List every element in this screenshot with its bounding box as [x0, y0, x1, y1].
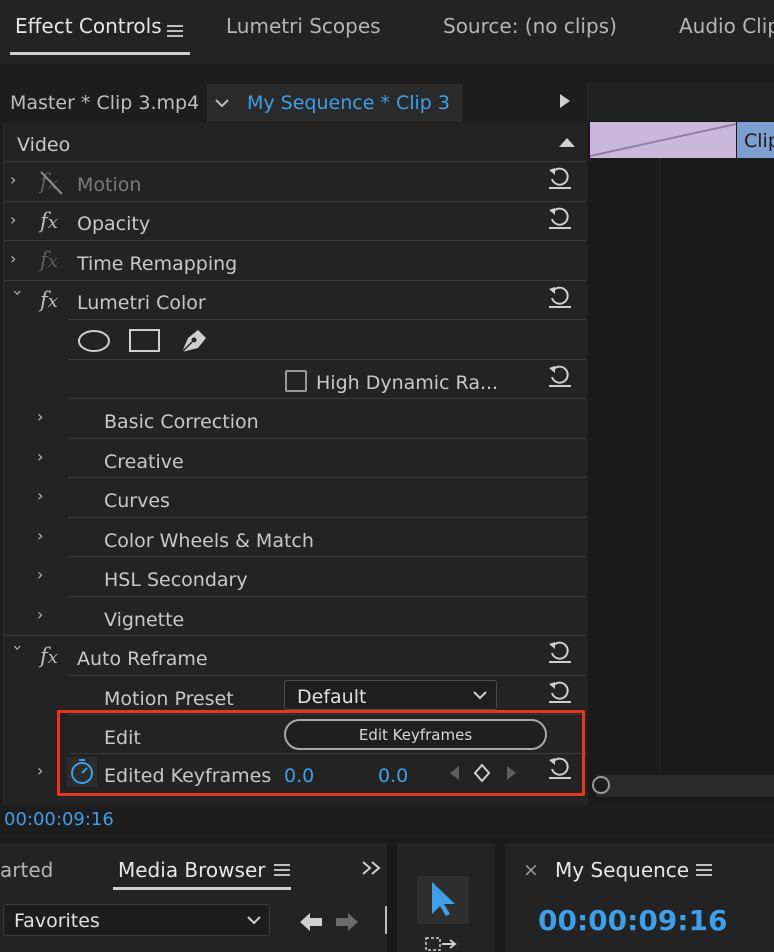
effect-auto-reframe-label: Auto Reframe	[77, 648, 208, 670]
divider	[4, 161, 586, 162]
tab-source[interactable]: Source: (no clips)	[443, 14, 617, 38]
collapse-up-icon[interactable]	[558, 136, 576, 148]
section-curves[interactable]: Curves	[104, 490, 170, 512]
effect-motion-label: Motion	[77, 174, 142, 196]
divider	[68, 319, 586, 320]
section-creative[interactable]: Creative	[104, 451, 184, 473]
fx-slash-icon	[40, 171, 63, 195]
active-tab-indicator	[113, 887, 291, 890]
section-vignette[interactable]: Vignette	[104, 609, 184, 631]
divider	[68, 477, 586, 478]
timeline-scrollbar[interactable]	[596, 775, 774, 797]
divider	[4, 280, 586, 281]
expand-chevron-icon[interactable]: ›	[10, 170, 24, 189]
divider	[68, 517, 586, 518]
expand-chevron-icon[interactable]: ›	[37, 447, 51, 466]
reset-icon[interactable]	[547, 284, 573, 310]
tab-audio-clip[interactable]: Audio Clip	[679, 14, 774, 38]
hdr-checkbox[interactable]	[285, 370, 307, 392]
panel-menu-icon[interactable]	[696, 864, 712, 876]
highlight-annotation-box	[57, 710, 585, 796]
track-select-icon[interactable]	[424, 934, 460, 952]
favorites-value: Favorites	[14, 910, 100, 932]
divider	[4, 635, 586, 636]
reset-icon[interactable]	[547, 363, 573, 389]
divider	[4, 240, 586, 241]
section-color-wheels[interactable]: Color Wheels & Match	[104, 530, 314, 552]
section-hsl-secondary[interactable]: HSL Secondary	[104, 569, 248, 591]
video-section-header: Video	[17, 134, 71, 156]
effect-lumetri-color-label: Lumetri Color	[77, 292, 206, 314]
master-clip-label[interactable]: Master * Clip 3.mp4	[10, 92, 199, 114]
divider	[385, 906, 387, 934]
divider	[4, 201, 586, 202]
collapse-chevron-icon[interactable]: ›	[9, 645, 28, 659]
fx-icon[interactable]: fx	[40, 644, 58, 668]
selection-arrow-icon[interactable]	[428, 880, 458, 918]
tab-my-sequence[interactable]: My Sequence	[555, 858, 689, 882]
divider	[68, 398, 586, 399]
expand-chevron-icon[interactable]: ›	[37, 526, 51, 545]
timeline-gridline	[659, 158, 660, 778]
divider	[68, 438, 586, 439]
expand-chevron-icon[interactable]: ›	[37, 486, 51, 505]
pen-mask-icon[interactable]	[178, 324, 212, 356]
effect-timeline-area	[588, 83, 774, 805]
tab-media-browser[interactable]: Media Browser	[118, 858, 265, 882]
reset-icon[interactable]	[547, 165, 573, 191]
fx-icon: fx	[40, 248, 58, 272]
expand-chevron-icon[interactable]: ›	[10, 249, 24, 268]
expand-chevron-icon[interactable]: ›	[37, 407, 51, 426]
chevron-down-icon[interactable]	[472, 690, 488, 700]
effect-time-remapping-label: Time Remapping	[77, 253, 238, 275]
expand-chevron-icon[interactable]: ›	[37, 565, 51, 584]
effect-opacity-label: Opacity	[77, 213, 151, 235]
motion-preset-value: Default	[297, 686, 367, 708]
double-chevron-right-icon[interactable]	[361, 860, 383, 876]
sequence-timecode[interactable]: 00:00:09:16	[538, 904, 727, 937]
fx-icon[interactable]: fx	[40, 288, 58, 312]
forward-arrow-icon[interactable]	[334, 911, 360, 933]
expand-chevron-icon[interactable]: ›	[10, 210, 24, 229]
tab-lumetri-scopes[interactable]: Lumetri Scopes	[226, 14, 381, 38]
tab-getting-started[interactable]: arted	[0, 858, 53, 882]
reset-icon[interactable]	[547, 639, 573, 665]
divider	[68, 675, 586, 676]
panel-menu-icon[interactable]	[274, 864, 290, 876]
divider	[68, 359, 586, 360]
divider	[68, 556, 586, 557]
chevron-down-icon[interactable]	[214, 97, 230, 109]
clip-transition-line	[590, 123, 736, 157]
scrollbar-handle[interactable]	[592, 776, 610, 794]
expand-chevron-icon[interactable]: ›	[37, 761, 51, 780]
active-tab-indicator	[10, 52, 190, 55]
tab-effect-controls[interactable]: Effect Controls	[15, 14, 162, 38]
effect-timeline-ruler[interactable]	[588, 83, 774, 121]
collapse-chevron-icon[interactable]: ›	[9, 290, 28, 304]
reset-icon[interactable]	[547, 679, 573, 705]
chevron-down-icon[interactable]	[246, 915, 262, 925]
motion-preset-label: Motion Preset	[104, 688, 234, 710]
ellipse-mask-icon[interactable]	[76, 328, 112, 354]
back-arrow-icon[interactable]	[298, 911, 324, 933]
hdr-label: High Dynamic Ra...	[316, 372, 499, 394]
panel-timecode[interactable]: 00:00:09:16	[4, 809, 114, 830]
section-basic-correction[interactable]: Basic Correction	[104, 411, 259, 433]
rectangle-mask-icon[interactable]	[128, 328, 162, 354]
fx-icon[interactable]: fx	[40, 209, 58, 233]
panel-menu-icon[interactable]	[167, 25, 183, 37]
divider	[68, 596, 586, 597]
reset-icon[interactable]	[547, 205, 573, 231]
play-triangle-icon[interactable]	[558, 93, 572, 109]
expand-chevron-icon[interactable]: ›	[37, 605, 51, 624]
timeline-clip-label: Clip	[744, 130, 774, 152]
close-tab-icon[interactable]: ×	[523, 859, 539, 881]
sequence-clip-label[interactable]: My Sequence * Clip 3	[247, 92, 450, 114]
